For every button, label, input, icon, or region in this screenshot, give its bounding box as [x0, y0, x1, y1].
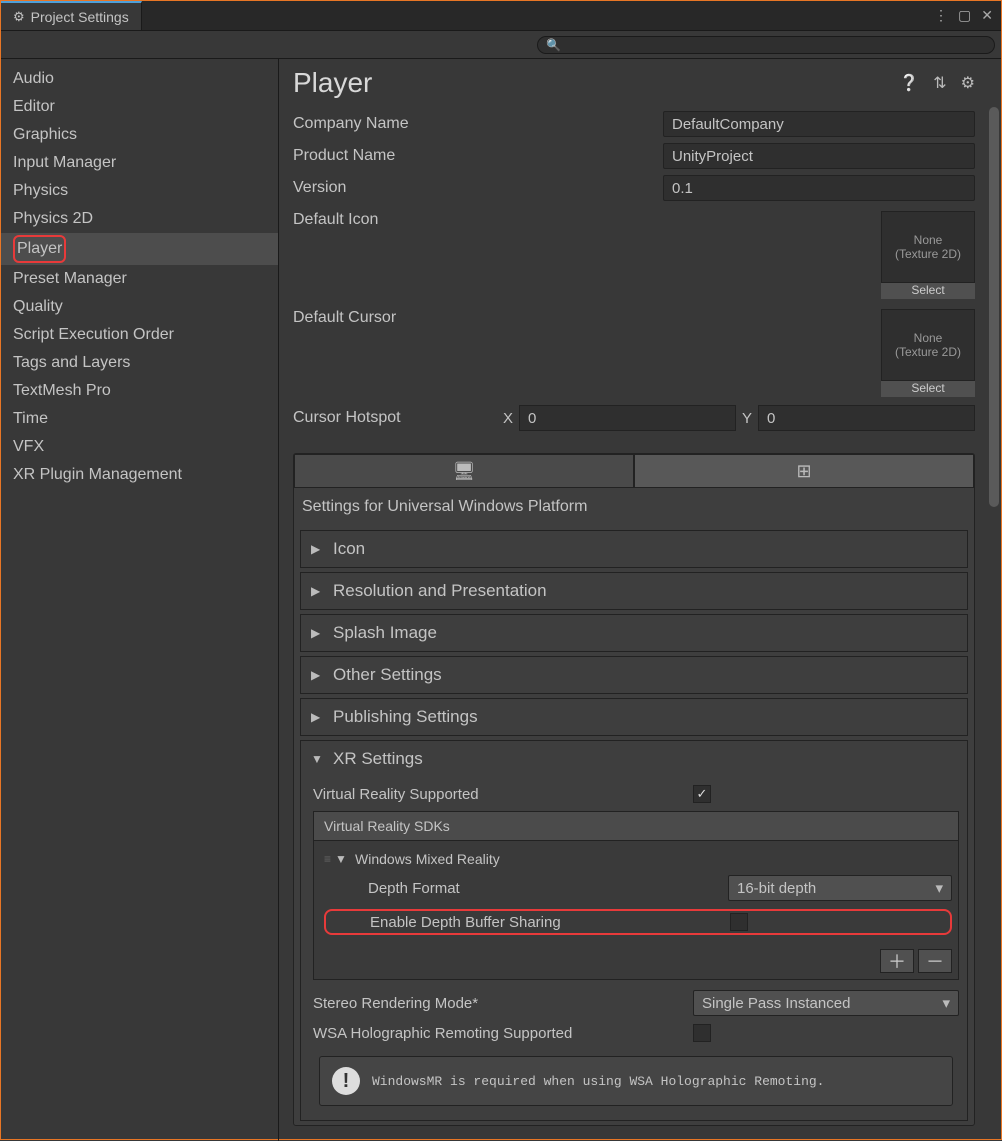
hotspot-x-label: X — [503, 410, 513, 427]
search-icon: 🔍 — [546, 38, 561, 52]
gear-icon: ⚙ — [13, 9, 25, 25]
presets-icon[interactable]: ⇅ — [933, 73, 946, 93]
platform-tab-standalone[interactable]: 🖥 — [294, 454, 634, 488]
product-name-label: Product Name — [293, 147, 663, 165]
platform-tab-uwp[interactable]: ⊞ — [634, 454, 974, 488]
hotspot-y-input[interactable] — [758, 405, 975, 431]
vr-supported-label: Virtual Reality Supported — [313, 786, 693, 803]
default-cursor-slot[interactable]: None (Texture 2D) — [881, 309, 975, 381]
default-cursor-select-button[interactable]: Select — [881, 381, 975, 397]
sdk-item-wmr[interactable]: ≡ ▼ Windows Mixed Reality — [324, 847, 952, 871]
windows-icon: ⊞ — [796, 461, 811, 482]
foldout-splash[interactable]: ▶Splash Image — [301, 615, 967, 651]
company-name-input[interactable] — [663, 111, 975, 137]
vertical-scrollbar[interactable] — [989, 107, 999, 507]
sidebar-item-textmesh-pro[interactable]: TextMesh Pro — [1, 377, 278, 405]
default-icon-label: Default Icon — [293, 211, 663, 299]
sidebar-item-physics-2d[interactable]: Physics 2D — [1, 205, 278, 233]
sidebar-item-time[interactable]: Time — [1, 405, 278, 433]
remove-sdk-button[interactable]: － — [918, 949, 952, 973]
help-icon[interactable]: ❔ — [899, 73, 919, 93]
default-cursor-label: Default Cursor — [293, 309, 663, 397]
sidebar-item-editor[interactable]: Editor — [1, 93, 278, 121]
foldout-xr-settings[interactable]: ▼XR Settings — [301, 741, 967, 777]
foldout-publishing[interactable]: ▶Publishing Settings — [301, 699, 967, 735]
info-icon: ! — [332, 1067, 360, 1095]
chevron-right-icon: ▶ — [311, 626, 325, 640]
depth-sharing-label: Enable Depth Buffer Sharing — [370, 914, 730, 931]
sidebar-item-audio[interactable]: Audio — [1, 65, 278, 93]
tab-project-settings[interactable]: ⚙ Project Settings — [1, 1, 142, 30]
chevron-right-icon: ▶ — [311, 584, 325, 598]
product-name-input[interactable] — [663, 143, 975, 169]
hotspot-y-label: Y — [742, 410, 752, 427]
foldout-other[interactable]: ▶Other Settings — [301, 657, 967, 693]
chevron-right-icon: ▶ — [311, 542, 325, 556]
sidebar-item-xr-plugin[interactable]: XR Plugin Management — [1, 461, 278, 489]
tab-title: Project Settings — [31, 9, 129, 25]
version-input[interactable] — [663, 175, 975, 201]
default-icon-select-button[interactable]: Select — [881, 283, 975, 299]
depth-format-dropdown[interactable]: 16-bit depth — [728, 875, 952, 901]
settings-sidebar: Audio Editor Graphics Input Manager Phys… — [1, 59, 279, 1141]
vr-supported-checkbox[interactable] — [693, 785, 711, 803]
add-sdk-button[interactable]: ＋ — [880, 949, 914, 973]
sidebar-item-vfx[interactable]: VFX — [1, 433, 278, 461]
drag-handle-icon[interactable]: ≡ — [324, 852, 329, 866]
foldout-icon[interactable]: ▶Icon — [301, 531, 967, 567]
sidebar-item-preset-manager[interactable]: Preset Manager — [1, 265, 278, 293]
chevron-down-icon: ▼ — [335, 852, 349, 866]
version-label: Version — [293, 179, 663, 197]
vr-sdks-header: Virtual Reality SDKs — [314, 812, 958, 841]
sidebar-item-quality[interactable]: Quality — [1, 293, 278, 321]
info-message-text: WindowsMR is required when using WSA Hol… — [372, 1074, 824, 1089]
chevron-right-icon: ▶ — [311, 710, 325, 724]
sidebar-item-tags-layers[interactable]: Tags and Layers — [1, 349, 278, 377]
default-icon-slot[interactable]: None (Texture 2D) — [881, 211, 975, 283]
sidebar-item-input-manager[interactable]: Input Manager — [1, 149, 278, 177]
page-title: Player — [293, 67, 372, 99]
kebab-icon[interactable]: ⋮ — [934, 7, 948, 24]
maximize-icon[interactable]: ▢ — [958, 7, 971, 24]
company-name-label: Company Name — [293, 115, 663, 133]
sidebar-item-physics[interactable]: Physics — [1, 177, 278, 205]
depth-sharing-checkbox[interactable] — [730, 913, 748, 931]
sidebar-item-player[interactable]: Player — [1, 233, 278, 265]
close-icon[interactable]: ✕ — [981, 7, 993, 24]
monitor-icon: 🖥 — [453, 461, 476, 482]
search-input[interactable]: 🔍 — [537, 36, 995, 54]
info-message-box: ! WindowsMR is required when using WSA H… — [319, 1056, 953, 1106]
platform-heading: Settings for Universal Windows Platform — [294, 488, 974, 526]
stereo-mode-dropdown[interactable]: Single Pass Instanced — [693, 990, 959, 1016]
chevron-down-icon: ▼ — [311, 752, 325, 766]
sidebar-item-graphics[interactable]: Graphics — [1, 121, 278, 149]
depth-format-label: Depth Format — [368, 880, 728, 897]
chevron-right-icon: ▶ — [311, 668, 325, 682]
holographic-remoting-label: WSA Holographic Remoting Supported — [313, 1025, 693, 1042]
cursor-hotspot-label: Cursor Hotspot — [293, 409, 497, 427]
sidebar-item-script-exec-order[interactable]: Script Execution Order — [1, 321, 278, 349]
holographic-remoting-checkbox[interactable] — [693, 1024, 711, 1042]
stereo-mode-label: Stereo Rendering Mode* — [313, 995, 693, 1012]
settings-gear-icon[interactable]: ⚙ — [961, 73, 975, 93]
foldout-resolution[interactable]: ▶Resolution and Presentation — [301, 573, 967, 609]
hotspot-x-input[interactable] — [519, 405, 736, 431]
